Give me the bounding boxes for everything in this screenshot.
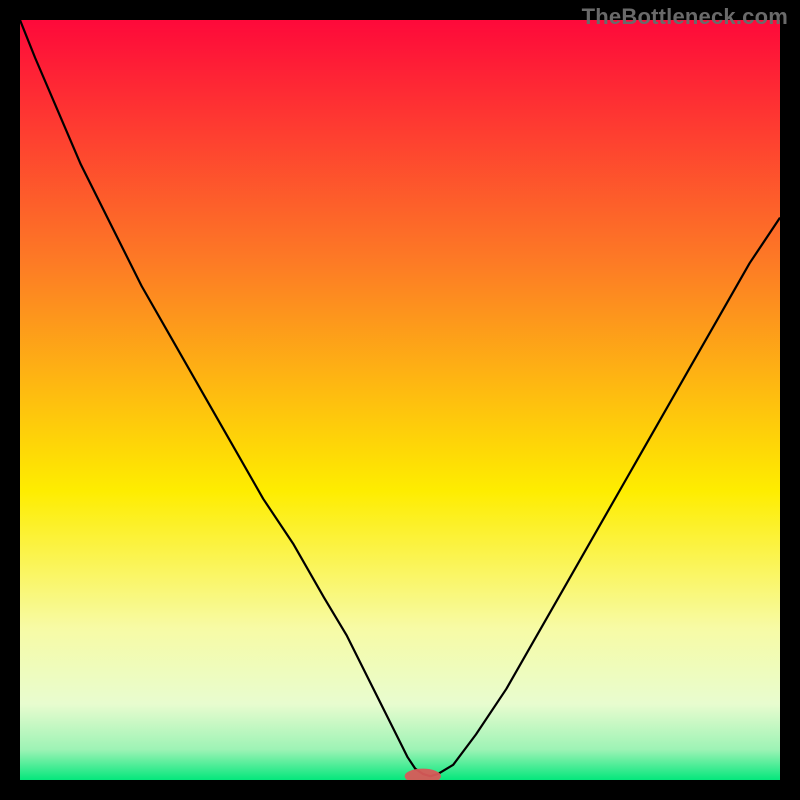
chart-frame: TheBottleneck.com [0, 0, 800, 800]
plot-zone [20, 20, 780, 780]
watermark-text: TheBottleneck.com [582, 4, 788, 30]
gradient-background [20, 20, 780, 780]
plot-svg [20, 20, 780, 780]
